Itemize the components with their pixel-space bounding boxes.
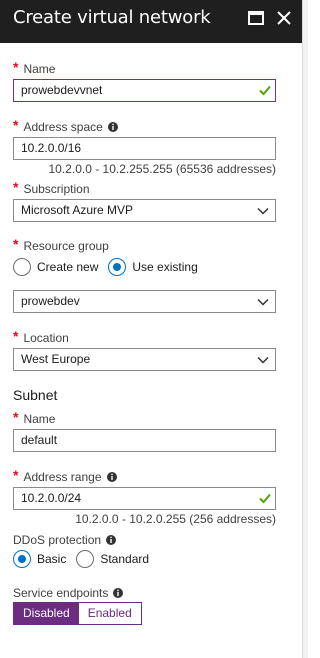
service-endpoints-label: Service endpoints xyxy=(13,586,124,600)
subscription-select[interactable]: Microsoft Azure MVP xyxy=(13,199,276,222)
location-select[interactable]: West Europe xyxy=(13,348,276,371)
info-icon[interactable] xyxy=(107,122,118,132)
subnet-name-label: * Name xyxy=(13,409,56,426)
blade-edge-scrollbar[interactable] xyxy=(302,0,308,658)
required-marker: * xyxy=(13,409,19,425)
subscription-value: Microsoft Azure MVP xyxy=(21,203,134,217)
blade-title: Create virtual network xyxy=(13,7,211,28)
resource-group-label: * Resource group xyxy=(13,236,109,253)
ddos-label-text: DDoS protection xyxy=(13,533,102,547)
location-value: West Europe xyxy=(21,352,91,366)
info-icon[interactable] xyxy=(106,472,117,482)
subnet-name-value: default xyxy=(21,433,58,447)
ddos-options: Basic Standard xyxy=(13,550,159,568)
required-marker: * xyxy=(13,328,19,344)
address-space-label: * Address space xyxy=(13,117,118,134)
required-marker: * xyxy=(13,179,19,195)
ddos-basic-label: Basic xyxy=(37,552,67,566)
address-space-hint: 10.2.0.0 - 10.2.255.255 (65536 addresses… xyxy=(48,162,277,176)
vnet-name-value: prowebdevvnet xyxy=(21,83,103,97)
create-new-option[interactable]: Create new xyxy=(13,258,98,276)
info-icon[interactable] xyxy=(113,588,124,598)
required-marker: * xyxy=(13,117,19,133)
use-existing-option[interactable]: Use existing xyxy=(108,258,198,276)
address-range-hint: 10.2.0.0 - 10.2.0.255 (256 addresses) xyxy=(75,512,276,526)
service-endpoints-disabled-button[interactable]: Disabled xyxy=(14,603,79,624)
location-label: * Location xyxy=(13,328,69,345)
blade-header: Create virtual network xyxy=(0,0,302,43)
resource-group-label-text: Resource group xyxy=(23,239,109,253)
subscription-label-text: Subscription xyxy=(23,182,90,196)
check-icon xyxy=(259,493,271,504)
name-label: * Name xyxy=(13,59,56,76)
ddos-basic-option[interactable]: Basic xyxy=(13,550,66,568)
name-label-text: Name xyxy=(23,62,56,76)
create-new-label: Create new xyxy=(37,260,99,274)
address-space-input[interactable]: 10.2.0.0/16 xyxy=(13,137,276,160)
subnet-name-label-text: Name xyxy=(23,412,56,426)
service-endpoints-enabled-button[interactable]: Enabled xyxy=(78,603,141,624)
required-marker: * xyxy=(13,59,19,75)
address-space-value: 10.2.0.0/16 xyxy=(21,141,82,155)
subnet-name-input[interactable]: default xyxy=(13,429,276,452)
required-marker: * xyxy=(13,467,19,483)
use-existing-label: Use existing xyxy=(132,260,198,274)
subnet-heading: Subnet xyxy=(13,387,58,403)
address-range-label-text: Address range xyxy=(23,470,102,484)
ddos-standard-option[interactable]: Standard xyxy=(76,550,149,568)
service-endpoints-toggle: Disabled Enabled xyxy=(13,602,142,625)
address-range-input[interactable]: 10.2.0.0/24 xyxy=(13,487,276,510)
resource-group-value: prowebdev xyxy=(21,294,80,308)
ddos-label: DDoS protection xyxy=(13,533,117,547)
address-range-label: * Address range xyxy=(13,467,117,484)
address-range-value: 10.2.0.0/24 xyxy=(21,491,82,505)
ddos-standard-radio[interactable] xyxy=(76,550,95,568)
ddos-standard-label: Standard xyxy=(100,552,150,566)
ddos-basic-radio[interactable] xyxy=(13,550,31,568)
service-endpoints-label-text: Service endpoints xyxy=(13,586,109,600)
close-icon[interactable] xyxy=(274,8,294,28)
chevron-down-icon xyxy=(257,298,269,306)
chevron-down-icon xyxy=(257,207,269,215)
resource-group-select[interactable]: prowebdev xyxy=(13,290,276,313)
location-label-text: Location xyxy=(23,331,69,345)
vnet-name-input[interactable]: prowebdevvnet xyxy=(13,79,276,102)
maximize-icon[interactable] xyxy=(246,8,266,28)
check-icon xyxy=(259,85,271,96)
chevron-down-icon xyxy=(257,356,269,364)
required-marker: * xyxy=(13,236,19,252)
info-icon[interactable] xyxy=(106,535,117,545)
create-vnet-blade: Create virtual network * Name prowebdevv… xyxy=(0,0,302,658)
create-new-radio[interactable] xyxy=(13,258,31,276)
resource-group-options: Create new Use existing xyxy=(13,258,208,276)
address-space-label-text: Address space xyxy=(23,120,103,134)
use-existing-radio[interactable] xyxy=(108,258,127,276)
subscription-label: * Subscription xyxy=(13,179,90,196)
